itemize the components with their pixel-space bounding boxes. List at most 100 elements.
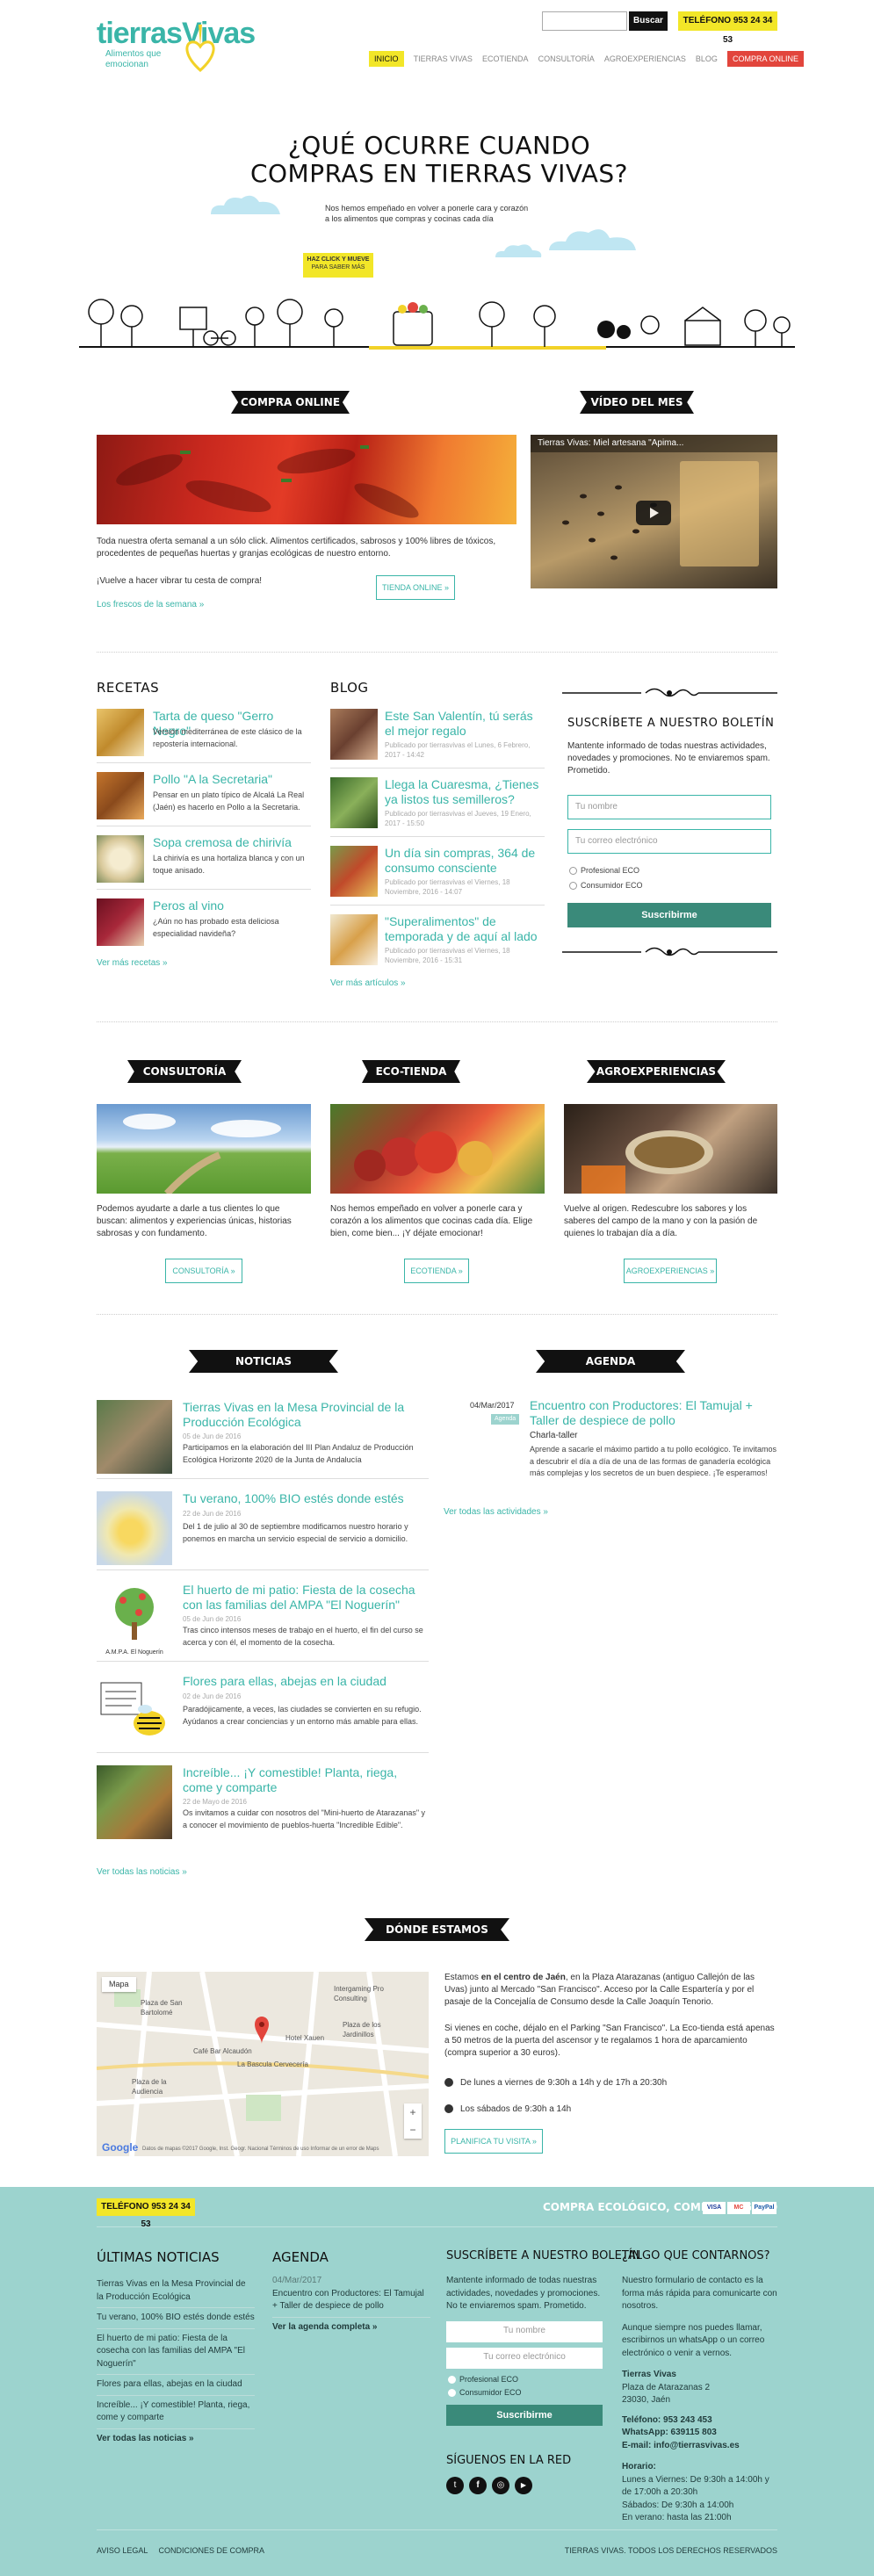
footer-name-input[interactable]: Tu nombre	[446, 2321, 603, 2342]
list-item[interactable]: Sopa cremosa de chirivía La chirivía es …	[97, 833, 311, 890]
newsletter-submit-button[interactable]: Suscribirme	[567, 903, 771, 927]
video-player[interactable]: Tierras Vivas: Miel artesana "Apima...	[531, 435, 777, 588]
news-title[interactable]: Tu verano, 100% BIO estés donde estés	[183, 1491, 429, 1506]
blog-image[interactable]	[330, 914, 378, 965]
footer-contact-p1[interactable]: Nuestro formulario de contacto es la for…	[622, 2275, 780, 2313]
recipe-title[interactable]: Pollo "A la Secretaria"	[153, 772, 311, 787]
ecotienda-image[interactable]	[330, 1104, 545, 1194]
footer-radio-consumidor[interactable]: Consumidor ECO	[448, 2387, 522, 2399]
recipe-image[interactable]	[97, 898, 144, 946]
landscape-illustration[interactable]	[79, 272, 795, 356]
nav-item-tierras-vivas[interactable]: TIERRAS VIVAS	[414, 54, 473, 63]
footer-contact-p2[interactable]: Aunque siempre nos puedes llamar, escrib…	[622, 2322, 780, 2361]
list-item[interactable]: "Superalimentos" de temporada y de aquí …	[330, 913, 545, 974]
news-title[interactable]: Flores para ellas, abejas en la ciudad	[183, 1674, 429, 1689]
aviso-legal-link[interactable]: AVISO LEGAL	[97, 2546, 148, 2555]
blog-image[interactable]	[330, 846, 378, 897]
list-item[interactable]: Un día sin compras, 364 de consumo consc…	[330, 844, 545, 906]
list-item[interactable]: Tu verano, 100% BIO estés donde estés 22…	[97, 1490, 429, 1570]
footer-radio-profesional[interactable]: Profesional ECO	[448, 2374, 518, 2385]
blog-title[interactable]: Este San Valentín, tú serás el mejor reg…	[385, 709, 545, 739]
news-image[interactable]	[97, 1400, 172, 1474]
youtube-play-icon[interactable]	[636, 501, 671, 525]
footer-news-item[interactable]: Increíble... ¡Y comestible! Planta, rieg…	[97, 2396, 255, 2429]
radio-consumidor[interactable]: Consumidor ECO	[569, 880, 643, 891]
youtube-icon[interactable]: ▶	[515, 2477, 532, 2494]
recipe-image[interactable]	[97, 772, 144, 819]
twitter-icon[interactable]: t	[446, 2477, 464, 2494]
footer-email-input[interactable]: Tu correo electrónico	[446, 2348, 603, 2369]
all-news-link[interactable]: Ver todas las noticias »	[97, 1866, 187, 1879]
frescos-semana-link[interactable]: Los frescos de la semana »	[97, 599, 204, 611]
search-input[interactable]	[542, 11, 627, 31]
list-item[interactable]: Flores para ellas, abejas en la ciudad 0…	[97, 1672, 429, 1753]
agenda-item[interactable]: 04/Mar/2017 Agenda Encuentro con Product…	[444, 1398, 777, 1495]
agenda-title[interactable]: Encuentro con Productores: El Tamujal + …	[530, 1398, 777, 1428]
facebook-icon[interactable]: f	[469, 2477, 487, 2494]
news-title[interactable]: El huerto de mi patio: Fiesta de la cose…	[183, 1583, 429, 1613]
footer-news-item[interactable]: Tu verano, 100% BIO estés donde estés	[97, 2308, 255, 2329]
all-activities-link[interactable]: Ver todas las actividades »	[444, 1506, 548, 1519]
list-item[interactable]: Llega la Cuaresma, ¿Tienes ya listos tus…	[330, 776, 545, 837]
recipe-title[interactable]: Sopa cremosa de chirivía	[153, 835, 311, 850]
location-map[interactable]: Mapa Plaza de San Bartolomé Intergaming …	[97, 1972, 429, 2156]
agroexperiencias-image[interactable]	[564, 1104, 777, 1194]
news-image[interactable]	[97, 1765, 172, 1839]
nav-item-agroexperiencias[interactable]: AGROEXPERIENCIAS	[604, 54, 686, 63]
plan-visit-button[interactable]: PLANIFICA TU VISITA »	[444, 2129, 543, 2154]
footer-subscribe-button[interactable]: Suscribirme	[446, 2405, 603, 2426]
recipe-title[interactable]: Peros al vino	[153, 898, 311, 913]
nav-item-ecotienda[interactable]: ECOTIENDA	[482, 54, 529, 63]
list-item[interactable]: Pollo "A la Secretaria" Pensar en un pla…	[97, 770, 311, 826]
radio-profesional[interactable]: Profesional ECO	[569, 865, 639, 877]
blog-title[interactable]: Un día sin compras, 364 de consumo consc…	[385, 846, 545, 876]
news-title[interactable]: Tierras Vivas en la Mesa Provincial de l…	[183, 1400, 429, 1430]
blog-image[interactable]	[330, 777, 378, 828]
recipe-image[interactable]	[97, 835, 144, 883]
list-item[interactable]: Tierras Vivas en la Mesa Provincial de l…	[97, 1398, 429, 1479]
nav-item-inicio[interactable]: INICIO	[369, 51, 404, 67]
news-title[interactable]: Increíble... ¡Y comestible! Planta, rieg…	[183, 1765, 429, 1795]
nav-item-compra-online[interactable]: COMPRA ONLINE	[727, 51, 805, 67]
blog-title[interactable]: "Superalimentos" de temporada y de aquí …	[385, 914, 545, 944]
search-button[interactable]: Buscar	[629, 11, 668, 31]
consultoria-image[interactable]	[97, 1104, 311, 1194]
logo[interactable]: tierrasVivas Alimentos que emocionan	[97, 18, 272, 72]
agroexperiencias-button[interactable]: AGROEXPERIENCIAS »	[624, 1259, 717, 1283]
list-item[interactable]: Increíble... ¡Y comestible! Planta, rieg…	[97, 1764, 429, 1844]
footer-news-item[interactable]: El huerto de mi patio: Fiesta de la cose…	[97, 2329, 255, 2375]
list-item[interactable]: Peros al vino ¿Aún no has probado esta d…	[97, 897, 311, 953]
consultoria-button[interactable]: CONSULTORÍA »	[165, 1259, 242, 1283]
ecotienda-button[interactable]: ECOTIENDA »	[404, 1259, 469, 1283]
footer-news-item[interactable]: Flores para ellas, abejas en la ciudad	[97, 2375, 255, 2396]
recipe-image[interactable]	[97, 709, 144, 756]
newsletter-email-input[interactable]: Tu correo electrónico	[567, 829, 771, 854]
map-zoom-controls[interactable]: + −	[404, 2103, 422, 2139]
list-item[interactable]: Este San Valentín, tú serás el mejor reg…	[330, 707, 545, 768]
nav-item-consultoria[interactable]: CONSULTORÍA	[538, 54, 595, 63]
news-image[interactable]	[97, 1674, 172, 1748]
more-recipes-link[interactable]: Ver más recetas »	[97, 957, 168, 970]
condiciones-link[interactable]: CONDICIONES DE COMPRA	[159, 2546, 265, 2555]
footer-email[interactable]: E-mail: info@tierrasvivas.es	[622, 2440, 780, 2453]
news-image-ampa[interactable]: A.M.P.A. El Noguerín	[97, 1583, 172, 1656]
footer-news-item[interactable]: Tierras Vivas en la Mesa Provincial de l…	[97, 2275, 255, 2308]
blog-image[interactable]	[330, 709, 378, 760]
news-image[interactable]	[97, 1491, 172, 1565]
tienda-online-button[interactable]: TIENDA ONLINE »	[376, 575, 455, 600]
footer-news-more[interactable]: Ver todas las noticias »	[97, 2429, 255, 2446]
map-type-tab[interactable]: Mapa	[102, 1977, 136, 1992]
newsletter-name-input[interactable]: Tu nombre	[567, 795, 771, 819]
video-title[interactable]: Tierras Vivas: Miel artesana "Apima...	[538, 437, 683, 450]
footer-agenda-more[interactable]: Ver la agenda completa »	[272, 2318, 430, 2334]
peppers-image[interactable]	[97, 435, 516, 524]
footer-agenda-item[interactable]: Encuentro con Productores: El Tamujal + …	[272, 2288, 430, 2318]
nav-item-blog[interactable]: BLOG	[696, 54, 718, 63]
instagram-icon[interactable]: ◎	[492, 2477, 509, 2494]
list-item[interactable]: Tarta de queso "Gerro Negro" Versión med…	[97, 707, 311, 763]
blog-title[interactable]: Llega la Cuaresma, ¿Tienes ya listos tus…	[385, 777, 545, 807]
footer-whatsapp[interactable]: WhatsApp: 639115 803	[622, 2427, 780, 2440]
list-item[interactable]: A.M.P.A. El Noguerín El huerto de mi pat…	[97, 1581, 429, 1662]
footer-tel[interactable]: Teléfono: 953 243 453	[622, 2414, 780, 2428]
more-articles-link[interactable]: Ver más artículos »	[330, 978, 406, 990]
